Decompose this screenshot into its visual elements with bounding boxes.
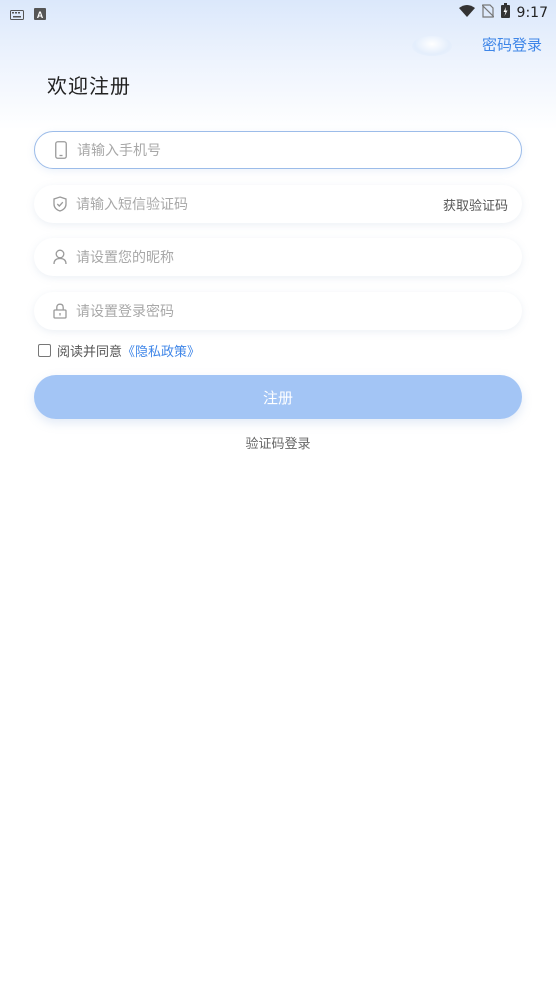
page-title: 欢迎注册 bbox=[47, 74, 131, 98]
agreement-row: 阅读并同意 《隐私政策》 bbox=[38, 341, 200, 360]
code-login-link[interactable]: 验证码登录 bbox=[0, 433, 556, 452]
agreement-text: 阅读并同意 bbox=[57, 345, 123, 360]
get-code-button[interactable]: 获取验证码 bbox=[443, 195, 508, 214]
shield-check-icon bbox=[52, 195, 68, 213]
status-time: 9:17 bbox=[516, 4, 548, 21]
status-bar: A 9:17 bbox=[0, 0, 556, 24]
lock-icon bbox=[52, 302, 68, 320]
nickname-input[interactable]: 请设置您的昵称 bbox=[76, 247, 522, 267]
phone-field[interactable]: 请输入手机号 bbox=[34, 131, 522, 169]
no-sim-icon bbox=[481, 3, 494, 22]
battery-icon bbox=[500, 3, 510, 22]
sms-code-field[interactable]: 请输入短信验证码 获取验证码 bbox=[34, 185, 522, 223]
agreement-checkbox[interactable] bbox=[38, 344, 51, 357]
phone-icon bbox=[53, 141, 69, 159]
keyboard-icon bbox=[10, 5, 24, 24]
password-field[interactable]: 请设置登录密码 bbox=[34, 292, 522, 330]
password-login-link[interactable]: 密码登录 bbox=[482, 34, 542, 55]
phone-input[interactable]: 请输入手机号 bbox=[77, 140, 521, 160]
register-button[interactable]: 注册 bbox=[34, 375, 522, 419]
nickname-field[interactable]: 请设置您的昵称 bbox=[34, 238, 522, 276]
password-input[interactable]: 请设置登录密码 bbox=[76, 301, 522, 321]
sms-code-input[interactable]: 请输入短信验证码 bbox=[76, 194, 443, 214]
font-a-icon: A bbox=[34, 5, 46, 24]
cloud-decoration bbox=[412, 36, 452, 56]
user-icon bbox=[52, 248, 68, 266]
wifi-icon bbox=[458, 3, 475, 22]
svg-text:A: A bbox=[37, 10, 44, 20]
privacy-policy-link[interactable]: 《隐私政策》 bbox=[122, 341, 200, 360]
